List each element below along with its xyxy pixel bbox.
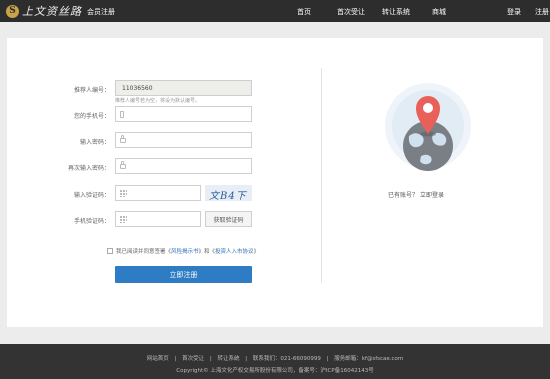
referrer-field: 11036560	[115, 80, 252, 96]
agree-mid: 》和《	[198, 249, 216, 255]
referrer-value: 11036560	[122, 85, 153, 92]
password-confirm-label: 再次输入密码：	[67, 165, 110, 172]
logo-text: 上文资丝路	[22, 5, 82, 18]
agree-prefix: 我已阅读并同意签署《	[116, 249, 172, 255]
footer-separator: |	[326, 356, 329, 362]
nav-first-transfer[interactable]: 首次受让	[337, 7, 365, 17]
login-link[interactable]: 登录	[507, 7, 521, 17]
phone-label: 您的手机号：	[73, 113, 110, 120]
page-title: 会员注册	[87, 8, 115, 16]
nav-transfer-system[interactable]: 转让系统	[382, 7, 410, 17]
get-sms-code-button[interactable]: 获取验证码	[205, 211, 252, 227]
nav-mall[interactable]: 商城	[432, 7, 446, 17]
footer-separator: |	[245, 356, 248, 362]
login-prompt: 已有账号？	[388, 192, 419, 199]
footer-separator: |	[174, 356, 177, 362]
referrer-label: 推荐人编号：	[73, 87, 110, 94]
sms-label: 手机验证码：	[73, 218, 110, 225]
password-input[interactable]	[115, 132, 252, 148]
footer: 网站首页 | 首次受让 | 转让系统 | 联系我们：021-66090999 |…	[0, 344, 550, 379]
login-prompt-row: 已有账号？ 立即登录	[388, 190, 444, 199]
continent-3	[420, 154, 432, 165]
captcha-input[interactable]	[115, 185, 201, 201]
nav-home[interactable]: 首页	[297, 7, 311, 17]
risk-disclosure-link[interactable]: 风险揭示书	[171, 247, 199, 255]
login-now-link[interactable]: 立即登录	[420, 192, 444, 199]
captcha-label: 输入验证码：	[73, 192, 110, 199]
top-navbar: S 上文资丝路 会员注册 首页 首次受让 转让系统 商城 登录 注册	[0, 0, 550, 22]
agree-suffix: 》	[253, 249, 260, 255]
password-confirm-input[interactable]	[115, 158, 252, 174]
phone-icon	[120, 111, 124, 118]
footer-link-transfer-system[interactable]: 转让系统	[217, 356, 239, 362]
globe-pin-illustration	[385, 83, 471, 171]
footer-link-home[interactable]: 网站首页	[147, 356, 169, 362]
pin-hole	[423, 103, 433, 113]
site-logo[interactable]: S 上文资丝路	[6, 4, 82, 18]
footer-email: 服务邮箱：kf@sfscae.com	[334, 356, 404, 362]
footer-separator: |	[209, 356, 212, 362]
keypad-icon	[120, 190, 127, 197]
footer-link-first-transfer[interactable]: 首次受让	[182, 356, 204, 362]
keypad-icon	[120, 216, 127, 223]
password-label: 输入密码：	[79, 139, 110, 146]
referrer-hint: 推荐人编号若为空，将设为默认编号。	[115, 98, 201, 104]
footer-links: 网站首页 | 首次受让 | 转让系统 | 联系我们：021-66090999 |…	[0, 354, 550, 362]
captcha-image[interactable]: 文B4下在	[205, 185, 252, 201]
logo-badge: S	[6, 4, 19, 18]
footer-copyright: Copyright© 上海文化产权交易所股份有限公司，备案号：沪ICP备1604…	[176, 368, 374, 374]
phone-input[interactable]	[115, 106, 252, 122]
register-submit-button[interactable]: 立即注册	[115, 266, 252, 283]
agreement-row: 我已阅读并同意签署《 风险揭示书 》和《 投资人入市协议 》	[107, 247, 259, 255]
agree-checkbox[interactable]	[107, 248, 113, 254]
footer-contact: 联系我们：021-66090999	[252, 356, 321, 362]
investor-agreement-link[interactable]: 投资人入市协议	[215, 247, 254, 255]
vertical-divider	[321, 68, 322, 283]
register-link[interactable]: 注册	[535, 7, 549, 17]
captcha-text: 文B4下在	[209, 191, 247, 201]
sms-code-input[interactable]	[115, 211, 201, 227]
